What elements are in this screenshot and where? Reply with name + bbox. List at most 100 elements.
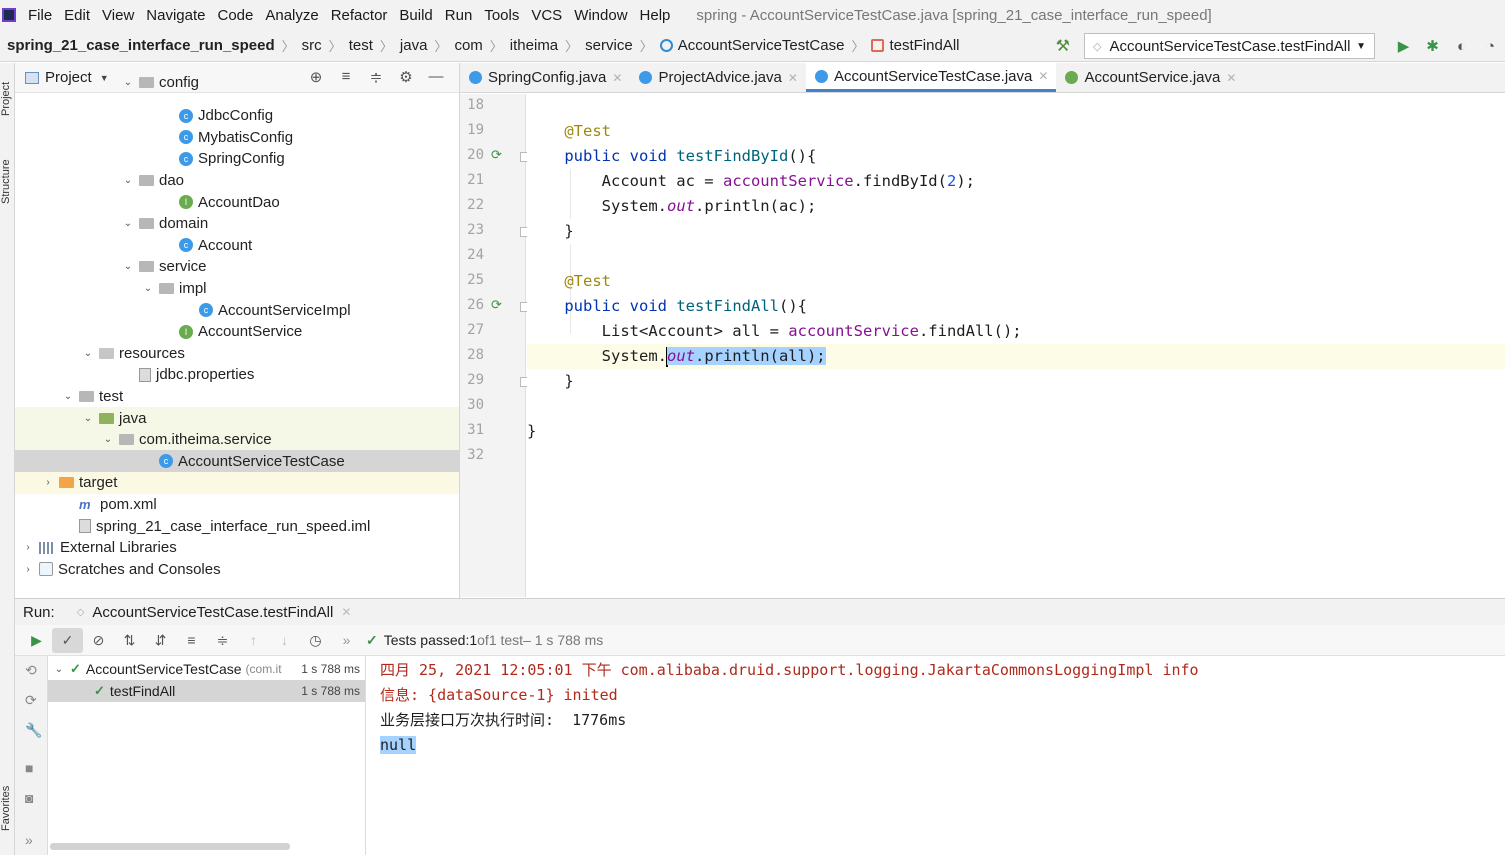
structure-tool-tab[interactable]: Structure bbox=[0, 147, 15, 217]
menu-window[interactable]: Window bbox=[568, 7, 633, 24]
menu-help[interactable]: Help bbox=[634, 7, 677, 24]
run-test-gutter-icon[interactable]: ⟳ bbox=[491, 297, 502, 313]
editor-tab[interactable]: ProjectAdvice.java ✕ bbox=[630, 63, 805, 92]
history-clock-icon[interactable]: ◷ bbox=[300, 628, 331, 653]
menu-build[interactable]: Build bbox=[393, 7, 438, 24]
run-icon[interactable]: ▶ bbox=[1389, 37, 1418, 55]
wrench-icon[interactable]: 🔧 bbox=[25, 722, 42, 739]
close-icon[interactable]: ✕ bbox=[788, 71, 798, 85]
tree-item[interactable]: ⌄ resources bbox=[15, 342, 459, 364]
chevron-right-icon[interactable]: › bbox=[21, 542, 35, 553]
tree-item[interactable]: › External Libraries bbox=[15, 537, 459, 559]
tree-item[interactable]: c AccountServiceImpl bbox=[15, 299, 459, 321]
menu-code[interactable]: Code bbox=[211, 7, 259, 24]
chevron-down-icon[interactable]: ⌄ bbox=[101, 434, 115, 445]
close-icon[interactable]: ✕ bbox=[1038, 69, 1048, 83]
breadcrumb-itheima[interactable]: itheima bbox=[510, 37, 558, 54]
chevron-down-icon[interactable]: ⌄ bbox=[121, 77, 135, 88]
breadcrumb-method[interactable]: testFindAll bbox=[889, 37, 959, 54]
chevron-down-icon[interactable]: ⌄ bbox=[52, 664, 66, 675]
chevron-down-icon[interactable]: ⌄ bbox=[121, 175, 135, 186]
chevron-down-icon[interactable]: ⌄ bbox=[141, 283, 155, 294]
breadcrumb-service[interactable]: service bbox=[585, 37, 633, 54]
close-icon[interactable]: ✕ bbox=[341, 605, 351, 619]
close-icon[interactable]: ✕ bbox=[612, 71, 622, 85]
tree-item[interactable]: › Scratches and Consoles bbox=[15, 558, 459, 580]
more-icon[interactable]: » bbox=[25, 832, 33, 848]
chevron-down-icon[interactable]: ⌄ bbox=[61, 391, 75, 402]
editor-tab[interactable]: AccountServiceTestCase.java ✕ bbox=[805, 63, 1057, 92]
project-tool-tab[interactable]: Project bbox=[0, 69, 15, 129]
sort-alpha-icon[interactable]: ⇅ bbox=[114, 628, 145, 653]
chevron-right-icon[interactable]: › bbox=[41, 477, 55, 488]
chevron-down-icon[interactable]: ⌄ bbox=[81, 348, 95, 359]
breadcrumb-java[interactable]: java bbox=[400, 37, 428, 54]
menu-edit[interactable]: Edit bbox=[58, 7, 96, 24]
menu-vcs[interactable]: VCS bbox=[525, 7, 568, 24]
rerun-icon[interactable]: ▶ bbox=[21, 628, 52, 653]
close-icon[interactable]: ✕ bbox=[1226, 71, 1236, 85]
chevron-right-icon[interactable]: › bbox=[21, 564, 35, 575]
camera-icon[interactable]: ◙ bbox=[25, 790, 33, 806]
menu-tools[interactable]: Tools bbox=[478, 7, 525, 24]
tree-item[interactable]: ⌄ domain bbox=[15, 213, 459, 235]
chevron-down-icon[interactable]: ⌄ bbox=[121, 261, 135, 272]
rerun-failed-icon[interactable]: ⟲ bbox=[25, 662, 37, 679]
show-passed-icon[interactable]: ✓ bbox=[52, 627, 83, 653]
tree-item[interactable]: jdbc.properties bbox=[15, 364, 459, 386]
breadcrumb-project[interactable]: spring_21_case_interface_run_speed bbox=[7, 37, 275, 54]
tree-item[interactable]: c SpringConfig bbox=[15, 148, 459, 170]
tree-item[interactable]: c AccountServiceTestCase bbox=[15, 450, 459, 473]
test-suite-row[interactable]: ⌄ ✓ AccountServiceTestCase (com.it 1 s 7… bbox=[48, 658, 365, 680]
favorites-tool-tab[interactable]: Favorites bbox=[0, 775, 15, 841]
breadcrumb-test[interactable]: test bbox=[349, 37, 373, 54]
horizontal-scrollbar[interactable] bbox=[50, 843, 290, 850]
collapse-all-icon[interactable]: ≑ bbox=[207, 628, 238, 653]
expand-all-icon[interactable]: ≡ bbox=[176, 628, 207, 653]
tree-item[interactable]: › target bbox=[15, 471, 459, 494]
tree-item[interactable]: ⌄ java bbox=[15, 407, 459, 429]
menu-navigate[interactable]: Navigate bbox=[140, 7, 211, 24]
tree-item[interactable]: ⌄ impl bbox=[15, 277, 459, 299]
code-editor[interactable]: @Test public void testFindById(){ Accoun… bbox=[527, 94, 1505, 597]
tree-item[interactable]: ⌄ config bbox=[15, 71, 459, 93]
sort-duration-icon[interactable]: ⇵ bbox=[145, 628, 176, 653]
more-actions-icon[interactable]: » bbox=[331, 628, 362, 653]
menu-view[interactable]: View bbox=[96, 7, 140, 24]
editor-tab[interactable]: SpringConfig.java ✕ bbox=[460, 63, 630, 92]
build-hammer-icon[interactable]: ⚒ bbox=[1056, 36, 1070, 56]
tree-item[interactable]: c Account bbox=[15, 234, 459, 256]
editor-tab[interactable]: AccountService.java ✕ bbox=[1056, 63, 1244, 92]
show-ignored-icon[interactable]: ⊘ bbox=[83, 628, 114, 653]
run-test-gutter-icon[interactable]: ⟳ bbox=[491, 147, 502, 163]
run-configuration-select[interactable]: ◇ AccountServiceTestCase.testFindAll ▼ bbox=[1084, 33, 1375, 59]
tree-item[interactable]: ⌄ dao bbox=[15, 169, 459, 191]
tree-item[interactable]: c JdbcConfig bbox=[15, 105, 459, 127]
tree-item[interactable]: I AccountService bbox=[15, 321, 459, 343]
tree-item[interactable]: ⌄ test bbox=[15, 385, 459, 407]
next-test-icon[interactable]: ↓ bbox=[269, 628, 300, 653]
previous-test-icon[interactable]: ↑ bbox=[238, 628, 269, 653]
toggle-auto-test-icon[interactable]: ⟳ bbox=[25, 692, 37, 709]
debug-icon[interactable]: ✱ bbox=[1418, 37, 1447, 55]
tree-item[interactable]: m pom.xml bbox=[15, 493, 459, 515]
tree-item[interactable]: ⌄ service bbox=[15, 256, 459, 278]
tree-item[interactable]: I AccountDao bbox=[15, 191, 459, 213]
profile-icon[interactable]: ◔ bbox=[1476, 38, 1505, 55]
console-output[interactable]: 四月 25, 2021 12:05:01 下午 com.alibaba.drui… bbox=[367, 656, 1505, 855]
chevron-down-icon[interactable]: ⌄ bbox=[121, 218, 135, 229]
breadcrumb-class[interactable]: AccountServiceTestCase bbox=[678, 37, 845, 54]
breadcrumb-src[interactable]: src bbox=[302, 37, 322, 54]
chevron-down-icon[interactable]: ⌄ bbox=[81, 413, 95, 424]
menu-analyze[interactable]: Analyze bbox=[259, 7, 324, 24]
tree-item[interactable]: spring_21_case_interface_run_speed.iml bbox=[15, 515, 459, 537]
breadcrumb-com[interactable]: com bbox=[454, 37, 482, 54]
coverage-icon[interactable]: ◐ bbox=[1447, 38, 1476, 55]
tree-item[interactable]: ⌄ com.itheima.service bbox=[15, 428, 459, 451]
menu-refactor[interactable]: Refactor bbox=[325, 7, 394, 24]
test-case-row[interactable]: ✓ testFindAll 1 s 788 ms bbox=[48, 680, 365, 702]
menu-run[interactable]: Run bbox=[439, 7, 479, 24]
menu-file[interactable]: File bbox=[22, 7, 58, 24]
tree-item[interactable]: c MybatisConfig bbox=[15, 126, 459, 148]
run-tab[interactable]: ◇ AccountServiceTestCase.testFindAll ✕ bbox=[77, 604, 352, 621]
